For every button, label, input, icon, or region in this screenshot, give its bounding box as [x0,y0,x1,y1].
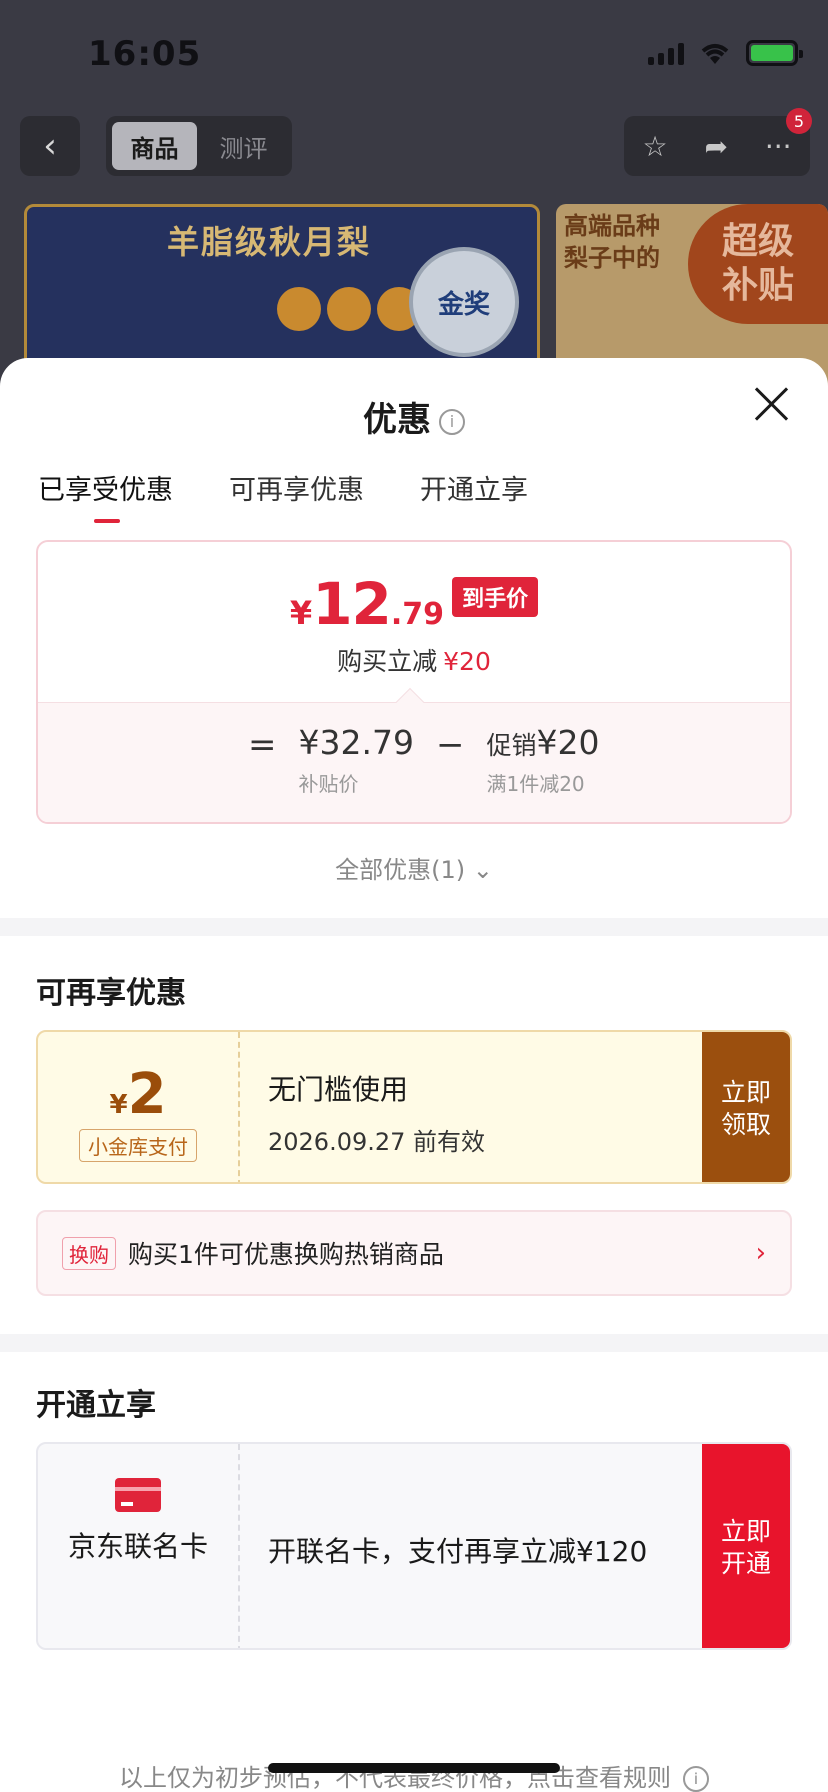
instant-discount: 购买立减 ¥20 [337,647,491,676]
promo-discount: 促销¥20 满1件减20 [486,723,600,796]
coupon-condition: 无门槛使用 [268,1073,409,1106]
open-card-button[interactable]: 立即 开通 [702,1444,790,1648]
credit-card-icon [115,1478,161,1512]
more-icon[interactable]: ··· [765,130,792,163]
swap-deal-row[interactable]: 换购 购买1件可优惠换购热销商品 › [36,1210,792,1296]
discount-tabs: 已享受优惠 可再享优惠 开通立享 [38,468,528,525]
battery-icon [746,40,803,66]
banner-title: 羊脂级秋月梨 [167,223,372,261]
coupon-card: ¥2 小金库支付 无门槛使用 2026.09.27 前有效 立即 领取 [36,1030,792,1184]
tab-review[interactable]: 测评 [201,122,286,170]
price-summary-card: ¥12.79 到手价 购买立减 ¥20 = ¥32.79 补贴价 − 促销¥20 满… [36,540,792,824]
notification-badge: 5 [786,108,812,134]
close-button[interactable] [754,386,790,422]
swap-tag: 换购 [62,1236,116,1270]
background-page: 16:05 ‹ 商品 测评 ☆ ➦ ··· 5 羊脂级秋月梨 金奖 高端品种 梨子… [0,0,828,400]
sheet-title: 优惠 i [0,392,828,441]
card-name: 京东联名卡 [68,1530,209,1563]
final-price: ¥12.79 到手价 [38,570,790,638]
share-icon[interactable]: ➦ [704,130,727,163]
nav-actions: ☆ ➦ ··· 5 [624,108,812,176]
star-icon[interactable]: ☆ [642,130,667,163]
final-price-tag: 到手价 [452,577,539,617]
section-title-open: 开通立享 [36,1388,156,1423]
chevron-right-icon: › [755,1238,766,1268]
tab-product[interactable]: 商品 [112,122,197,170]
claim-coupon-button[interactable]: 立即 领取 [702,1032,790,1182]
co-brand-card-offer: 京东联名卡 开联名卡，支付再享立减¥120 立即 开通 [36,1442,792,1650]
section-title-more: 可再享优惠 [36,976,186,1011]
coupon-expiry: 2026.09.27 前有效 [268,1128,486,1156]
price-breakdown: = ¥32.79 补贴价 − 促销¥20 满1件减20 [38,687,790,822]
home-indicator[interactable] [268,1763,560,1773]
coupon-source: 小金库支付 [79,1129,197,1162]
signal-icon [648,41,684,65]
tab-enjoyed[interactable]: 已享受优惠 [38,468,173,525]
swap-text: 购买1件可优惠换购热销商品 [128,1240,444,1269]
info-icon: i [683,1766,709,1792]
divider [0,918,828,936]
pears-image [277,287,421,331]
segment-control: 商品 测评 [106,116,292,176]
all-deals-toggle[interactable]: 全部优惠(1) ⌄ [0,850,828,885]
info-icon[interactable]: i [439,408,465,435]
wifi-icon [701,44,729,64]
award-seal: 金奖 [409,247,519,357]
card-offer-text: 开联名卡，支付再享立减¥120 [268,1535,648,1568]
tab-more-available[interactable]: 可再享优惠 [229,468,364,525]
divider [0,1334,828,1352]
back-button[interactable]: ‹ [20,116,80,176]
super-subsidy-badge: 超级 补贴 [688,204,828,324]
subsidy-price: ¥32.79 补贴价 [298,723,414,796]
tab-open-to-enjoy[interactable]: 开通立享 [420,468,528,525]
status-time: 16:05 [88,34,202,74]
chevron-down-icon: ⌄ [472,856,493,884]
status-bar: 16:05 [0,0,828,110]
discount-sheet: 优惠 i 已享受优惠 可再享优惠 开通立享 ¥12.79 到手价 购买立减 ¥20 =… [0,358,828,1792]
chevron-left-icon: ‹ [43,126,57,166]
coupon-amount: ¥2 [109,1062,167,1127]
product-navbar: ‹ 商品 测评 ☆ ➦ ··· 5 [20,108,812,178]
